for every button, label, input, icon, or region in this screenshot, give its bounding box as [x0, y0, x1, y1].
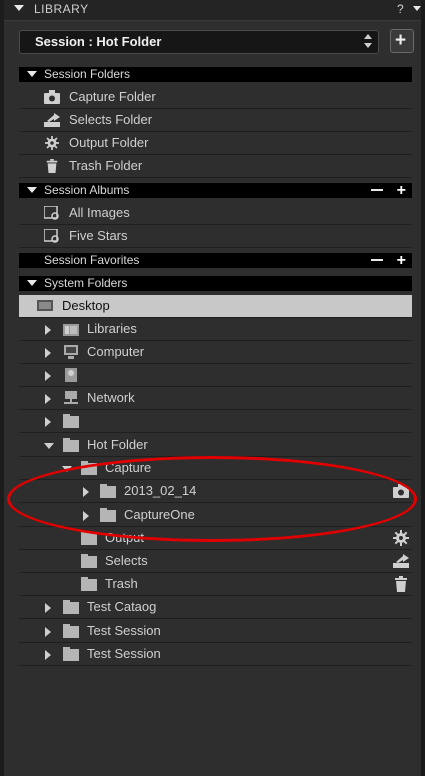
- folder-label: Network: [87, 390, 135, 405]
- folder-label: Computer: [87, 344, 145, 359]
- selects-icon: [44, 113, 60, 127]
- gear-icon: [393, 530, 409, 546]
- collapse-triangle-icon[interactable]: [27, 71, 37, 77]
- library-titlebar[interactable]: LIBRARY ?: [4, 0, 425, 21]
- folder-test-session[interactable]: Test Session: [19, 620, 412, 643]
- add-album-icon[interactable]: +: [397, 183, 406, 199]
- library-title: LIBRARY: [34, 2, 89, 16]
- folder-label: Desktop: [62, 298, 110, 313]
- library-panel: LIBRARY ? Session : Hot Folder + Session…: [0, 0, 425, 776]
- section-title: System Folders: [44, 276, 128, 290]
- expand-arrow-icon[interactable]: [45, 650, 51, 660]
- smart-album-icon: [44, 206, 59, 220]
- expand-arrow-icon[interactable]: [45, 325, 51, 335]
- folder-label: Test Cataog: [87, 599, 157, 614]
- plus-icon: +: [395, 30, 407, 51]
- folder-selects[interactable]: Selects: [19, 550, 412, 573]
- selects-folder-label: Selects Folder: [69, 112, 153, 127]
- album-all-images[interactable]: All Images: [19, 202, 412, 225]
- panel-right-border: [421, 0, 425, 776]
- add-favorite-icon[interactable]: +: [397, 253, 406, 269]
- section-session-folders[interactable]: Session Folders: [19, 67, 412, 82]
- folder-unnamed[interactable]: [19, 410, 412, 433]
- expand-arrow-icon[interactable]: [45, 417, 51, 427]
- expand-arrow-icon[interactable]: [45, 348, 51, 358]
- album-five-stars[interactable]: Five Stars: [19, 225, 412, 248]
- desktop-icon: [37, 300, 53, 311]
- gear-icon: [45, 136, 59, 150]
- libraries-icon: [63, 324, 79, 336]
- collapse-arrow-icon[interactable]: [44, 443, 54, 449]
- folder-label: Test Session: [87, 623, 161, 638]
- trash-icon: [395, 576, 407, 592]
- expand-arrow-icon[interactable]: [45, 371, 51, 381]
- folder-label: Selects: [105, 553, 148, 568]
- panel-menu-icon[interactable]: [413, 6, 421, 11]
- remove-favorite-icon[interactable]: [371, 259, 383, 261]
- highlight-annotation: [7, 456, 417, 542]
- session-folder-output[interactable]: Output Folder: [19, 132, 412, 155]
- folder-computer[interactable]: Computer: [19, 341, 412, 364]
- section-session-albums[interactable]: Session Albums +: [19, 183, 412, 199]
- album-label: All Images: [69, 205, 130, 220]
- folder-desktop[interactable]: Desktop: [19, 295, 412, 318]
- section-title: Session Albums: [44, 183, 130, 197]
- collapse-triangle-icon[interactable]: [14, 5, 24, 11]
- add-button[interactable]: +: [390, 29, 414, 53]
- folder-icon: [63, 647, 79, 661]
- section-title: Session Folders: [44, 67, 131, 81]
- section-session-favorites[interactable]: Session Favorites +: [19, 253, 412, 269]
- camera-icon: [44, 90, 60, 104]
- album-label: Five Stars: [69, 228, 128, 243]
- folder-icon: [63, 438, 79, 452]
- user-folder-icon: [65, 368, 77, 382]
- smart-album-icon: [44, 229, 59, 243]
- session-folder-trash[interactable]: Trash Folder: [19, 155, 412, 178]
- folder-icon: [63, 600, 79, 614]
- capture-folder-label: Capture Folder: [69, 89, 156, 104]
- folder-icon: [81, 554, 97, 568]
- folder-network[interactable]: Network: [19, 387, 412, 410]
- folder-icon: [81, 577, 97, 591]
- folder-hot-folder[interactable]: Hot Folder: [19, 434, 412, 457]
- folder-label: Hot Folder: [87, 437, 148, 452]
- folder-label: Trash: [105, 576, 138, 591]
- folder-icon: [63, 414, 79, 428]
- folder-test-session[interactable]: Test Session: [19, 643, 412, 666]
- network-icon: [64, 391, 78, 404]
- expand-arrow-icon[interactable]: [45, 394, 51, 404]
- session-selector[interactable]: Session : Hot Folder: [19, 30, 379, 54]
- section-title: Session Favorites: [44, 253, 140, 267]
- folder-trash[interactable]: Trash: [19, 573, 412, 596]
- folder-label: Test Session: [87, 646, 161, 661]
- collapse-triangle-icon[interactable]: [27, 187, 37, 193]
- trash-icon: [46, 159, 58, 173]
- computer-icon: [64, 345, 78, 359]
- remove-album-icon[interactable]: [371, 189, 383, 191]
- folder-label: Libraries: [87, 321, 137, 336]
- up-down-arrows-icon: [364, 34, 372, 49]
- output-folder-label: Output Folder: [69, 135, 149, 150]
- session-selector-label: Session : Hot Folder: [35, 34, 162, 49]
- expand-arrow-icon[interactable]: [45, 603, 51, 613]
- folder-icon: [63, 624, 79, 638]
- help-button[interactable]: ?: [397, 2, 404, 16]
- session-folder-capture[interactable]: Capture Folder: [19, 86, 412, 109]
- folder-libraries[interactable]: Libraries: [19, 318, 412, 341]
- collapse-triangle-icon[interactable]: [27, 280, 37, 286]
- selects-icon: [393, 554, 409, 568]
- session-folder-selects[interactable]: Selects Folder: [19, 109, 412, 132]
- trash-folder-label: Trash Folder: [69, 158, 143, 173]
- expand-arrow-icon[interactable]: [45, 627, 51, 637]
- section-system-folders[interactable]: System Folders: [19, 276, 412, 291]
- folder-test-cataog[interactable]: Test Cataog: [19, 596, 412, 619]
- folder-user[interactable]: [19, 364, 412, 387]
